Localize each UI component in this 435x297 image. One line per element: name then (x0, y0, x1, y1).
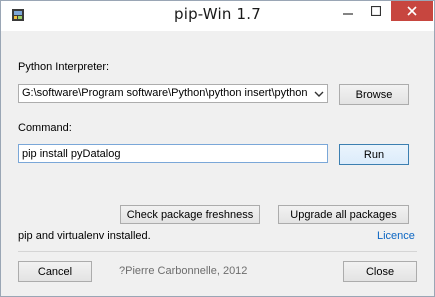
run-button[interactable]: Run (339, 144, 409, 165)
chevron-down-icon[interactable] (313, 88, 325, 100)
check-freshness-button[interactable]: Check package freshness (120, 205, 260, 224)
window-close-button[interactable] (391, 1, 433, 21)
cancel-button[interactable]: Cancel (18, 261, 92, 282)
close-button[interactable]: Close (343, 261, 417, 282)
command-input-box[interactable] (18, 144, 328, 163)
maximize-icon (371, 6, 381, 16)
interpreter-select[interactable]: G:\software\Program software\Python\pyth… (18, 84, 328, 103)
minimize-button[interactable] (335, 1, 361, 21)
interpreter-path: G:\software\Program software\Python\pyth… (22, 87, 307, 99)
footer-divider (18, 251, 417, 252)
minimize-icon (343, 13, 353, 15)
title-bar[interactable]: pip-Win 1.7 (1, 1, 434, 31)
interpreter-label: Python Interpreter: (18, 61, 110, 73)
main-panel: Python Interpreter: G:\software\Program … (1, 31, 434, 296)
licence-link[interactable]: Licence (377, 230, 415, 242)
browse-button[interactable]: Browse (339, 84, 409, 105)
copyright-text: ?Pierre Carbonnelle, 2012 (119, 265, 248, 277)
close-icon (407, 6, 417, 16)
maximize-button[interactable] (363, 1, 389, 21)
command-input[interactable] (19, 145, 322, 162)
upgrade-all-button[interactable]: Upgrade all packages (278, 205, 409, 224)
status-text: pip and virtualenv installed. (18, 230, 151, 242)
command-label: Command: (18, 122, 72, 134)
pip-win-window: pip-Win 1.7 Python Interpreter: G:\softw… (0, 0, 435, 297)
